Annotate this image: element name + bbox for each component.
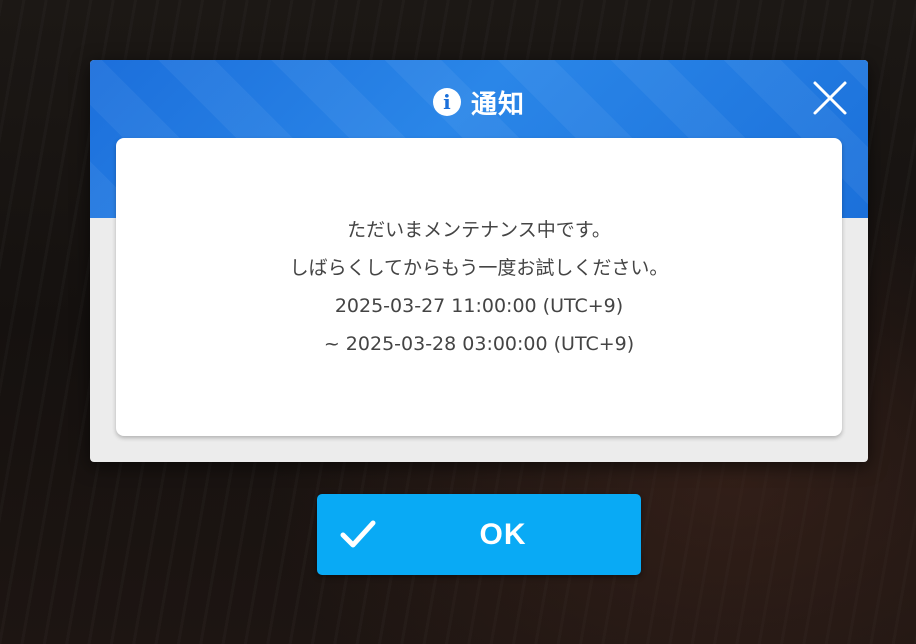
info-icon: i [432,88,461,116]
ok-button-label: OK [479,518,527,551]
maintenance-end-time: ~ 2025-03-28 03:00:00 (UTC+9) [323,333,635,355]
message-line-1: ただいまメンテナンス中です。 [347,219,611,241]
close-icon [813,81,847,115]
notice-dialog: i 通知 ただいまメンテナンス中です。 しばらくしてからもう一度お試しください。… [90,60,868,462]
message-box: ただいまメンテナンス中です。 しばらくしてからもう一度お試しください。 2025… [116,138,842,436]
maintenance-start-time: 2025-03-27 11:00:00 (UTC+9) [334,295,624,317]
dialog-title-bar: i 通知 [90,82,868,122]
ok-button[interactable]: OK [317,494,641,575]
message-line-2: しばらくしてからもう一度お試しください。 [289,257,669,279]
close-button[interactable] [812,80,848,116]
dialog-title: 通知 [470,89,525,120]
